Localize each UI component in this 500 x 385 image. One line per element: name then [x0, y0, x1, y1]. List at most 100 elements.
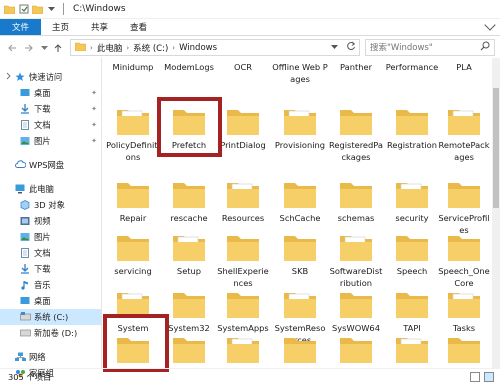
folder-item[interactable]: Setup [161, 231, 217, 278]
folder-icon [338, 231, 374, 263]
sidebar-item-videos[interactable]: 视频 [0, 213, 101, 229]
sidebar-item-pictures[interactable]: 图片 ✦ [0, 133, 101, 149]
folder-item[interactable]: SysWOW64 [328, 288, 384, 335]
folder-item[interactable]: TAPI [384, 288, 440, 335]
breadcrumb-separator-icon[interactable]: › [90, 44, 93, 52]
folder-item[interactable]: Provisioning [272, 105, 328, 152]
folder-icon [171, 231, 207, 263]
sidebar-item-desktop-2[interactable]: 桌面 [0, 293, 101, 309]
folder-item[interactable]: twain_32 [272, 333, 328, 368]
properties-icon[interactable] [18, 4, 29, 15]
search-box[interactable] [365, 39, 495, 56]
refresh-icon[interactable] [346, 41, 356, 54]
highlight-prefetch [157, 97, 222, 157]
folder-item[interactable]: SKB [272, 231, 328, 278]
cloud-icon [15, 160, 27, 170]
sidebar-item-new-volume-d[interactable]: 新加卷 (D:) [0, 325, 101, 341]
breadcrumb-separator-icon[interactable]: › [126, 44, 129, 52]
breadcrumb-separator-icon[interactable]: › [172, 44, 175, 52]
item-count: 305 个项目 [8, 372, 52, 382]
folder-item[interactable]: PLA [436, 62, 492, 74]
folder-item[interactable]: security [384, 178, 440, 225]
details-view-icon[interactable] [470, 372, 480, 382]
sidebar-item-downloads-2[interactable]: 下载 [0, 261, 101, 277]
tab-file[interactable]: 文件 [0, 19, 42, 35]
folder-item[interactable]: ModemLogs [161, 62, 217, 74]
sidebar-item-label: 图片 [34, 232, 51, 242]
folder-item[interactable]: SystemApps [215, 288, 271, 335]
folder-icon [394, 288, 430, 320]
scrollbar-thumb[interactable] [493, 88, 499, 208]
large-icons-view-icon[interactable] [484, 372, 494, 382]
folder-item[interactable]: ServiceProfiles [436, 178, 492, 236]
folder-item[interactable]: Speech_OneCore [436, 231, 492, 289]
folder-item[interactable]: Vss [328, 333, 384, 368]
folder-icon [282, 288, 318, 320]
folder-item[interactable]: SoftwareDistribution [328, 231, 384, 289]
folder-name: Speech_OneCore [438, 266, 490, 288]
folder-item[interactable]: Panther [328, 62, 384, 74]
new-folder-icon[interactable] [32, 4, 43, 15]
sidebar-item-wps-cloud[interactable]: WPS网盘 [0, 157, 101, 173]
sidebar-item-this-pc[interactable]: 此电脑 [0, 181, 101, 197]
drive-icon [20, 328, 31, 338]
folder-item[interactable]: TextInput [161, 333, 217, 368]
sidebar-item-downloads[interactable]: 下载 ✦ [0, 101, 101, 117]
folder-item[interactable]: Repair [105, 178, 161, 225]
folder-item[interactable]: tracing [215, 333, 271, 368]
vertical-scrollbar[interactable] [492, 58, 500, 368]
folder-name: RemotePackages [438, 140, 490, 162]
folder-item[interactable]: WinSxS [436, 333, 492, 368]
folder-item[interactable]: Offline Web Pages [272, 62, 328, 85]
sidebar-item-label: WPS网盘 [29, 160, 65, 170]
sidebar-item-label: 下载 [34, 264, 51, 274]
folder-item[interactable]: Web [384, 333, 440, 368]
folder-item[interactable]: PolicyDefinitions [105, 105, 161, 163]
sidebar-item-documents[interactable]: 文档 ✦ [0, 117, 101, 133]
download-icon [20, 104, 30, 114]
folder-item[interactable]: Speech [384, 231, 440, 278]
folder-item[interactable]: schemas [328, 178, 384, 225]
folder-item[interactable]: servicing [105, 231, 161, 278]
address-dropdown-icon[interactable] [331, 43, 338, 53]
sidebar-item-network[interactable]: 网络 [0, 349, 101, 365]
folder-item[interactable]: OCR [215, 62, 271, 74]
sidebar-item-system-c[interactable]: 系统 (C:) [0, 309, 101, 325]
document-icon [20, 120, 30, 130]
search-input[interactable] [370, 42, 480, 53]
sidebar-item-pictures-2[interactable]: 图片 [0, 229, 101, 245]
back-arrow-icon[interactable] [4, 40, 20, 56]
tab-view[interactable]: 查看 [119, 19, 158, 35]
sidebar-item-documents-2[interactable]: 文档 [0, 245, 101, 261]
sidebar-item-quick-access[interactable]: 快速访问 [0, 69, 101, 85]
folder-item[interactable]: PrintDialog [215, 105, 271, 152]
drive-icon [20, 312, 31, 322]
folder-item[interactable]: Minidump [105, 62, 161, 74]
up-arrow-icon[interactable] [50, 40, 66, 56]
folder-item[interactable]: ShellExperiences [215, 231, 271, 289]
tab-share[interactable]: 共享 [80, 19, 119, 35]
folder-name: Repair [119, 213, 147, 223]
breadcrumb-system-c[interactable]: 系统 (C:) [133, 42, 168, 54]
folder-item[interactable]: rescache [161, 178, 217, 225]
folder-item[interactable]: SchCache [272, 178, 328, 225]
folder-item[interactable]: System32 [161, 288, 217, 335]
sidebar-item-label: 音乐 [34, 280, 51, 290]
expand-ribbon-icon[interactable] [484, 19, 496, 31]
network-icon [15, 352, 26, 362]
folder-item[interactable]: Performance [384, 62, 440, 74]
tab-home[interactable]: 主页 [41, 19, 80, 35]
sidebar-item-music[interactable]: 音乐 [0, 277, 101, 293]
folder-item[interactable]: Resources [215, 178, 271, 225]
dropdown-arrow-icon[interactable] [46, 4, 57, 15]
folder-item[interactable]: Registration [384, 105, 440, 152]
sidebar-item-3d-objects[interactable]: 3D 对象 [0, 197, 101, 213]
breadcrumb-this-pc[interactable]: 此电脑 [97, 42, 123, 54]
folder-item[interactable]: Tasks [436, 288, 492, 335]
forward-arrow-icon[interactable] [21, 40, 37, 56]
sidebar-item-desktop[interactable]: 桌面 ✦ [0, 85, 101, 101]
breadcrumb-windows[interactable]: Windows [179, 43, 217, 53]
folder-item[interactable]: RegisteredPackages [328, 105, 384, 163]
folder-item[interactable]: RemotePackages [436, 105, 492, 163]
address-bar[interactable]: › 此电脑 › 系统 (C:) › Windows [70, 39, 360, 56]
